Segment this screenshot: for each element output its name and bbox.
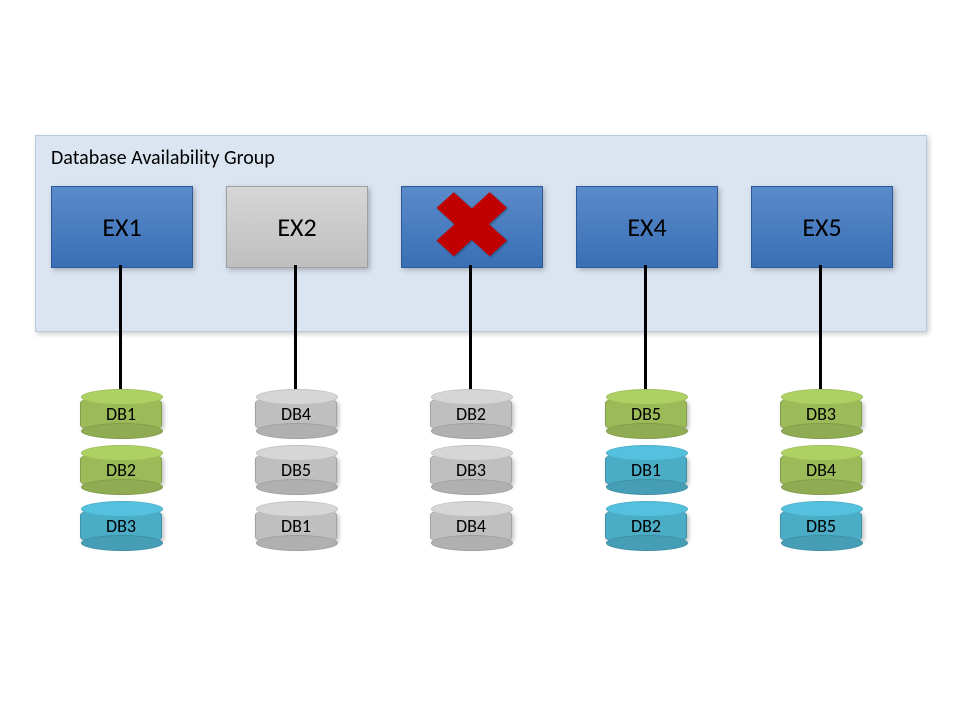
db-label: DB2	[106, 459, 136, 481]
db-stack-4: DB5 DB1 DB2	[605, 395, 685, 563]
db-cylinder: DB2	[605, 507, 687, 545]
connector-line	[294, 265, 297, 390]
db-label: DB4	[281, 403, 311, 425]
server-label: EX4	[627, 211, 666, 243]
server-box-2: EX2	[226, 186, 368, 268]
db-label: DB5	[631, 403, 661, 425]
server-label: EX5	[802, 211, 841, 243]
db-stack-3: DB2 DB3 DB4	[430, 395, 510, 563]
db-label: DB1	[281, 515, 311, 537]
server-label: EX1	[102, 211, 141, 243]
db-cylinder: DB4	[780, 451, 862, 489]
dag-title: Database Availability Group	[51, 146, 275, 170]
db-label: DB1	[106, 403, 136, 425]
db-cylinder: DB2	[430, 395, 512, 433]
server-label: EX2	[277, 211, 316, 243]
db-cylinder: DB1	[80, 395, 162, 433]
server-box-3: ✖	[401, 186, 543, 268]
db-stack-5: DB3 DB4 DB5	[780, 395, 860, 563]
connector-line	[819, 265, 822, 390]
db-cylinder: DB3	[80, 507, 162, 545]
dag-container: Database Availability Group EX1 EX2 ✖ EX4 EX…	[35, 135, 927, 332]
db-cylinder: DB5	[255, 451, 337, 489]
db-cylinder: DB2	[80, 451, 162, 489]
connector-line	[469, 265, 472, 390]
server-box-4: EX4	[576, 186, 718, 268]
db-label: DB3	[106, 515, 136, 537]
db-label: DB4	[456, 515, 486, 537]
db-cylinder: DB1	[255, 507, 337, 545]
db-cylinder: DB5	[780, 507, 862, 545]
db-stack-2: DB4 DB5 DB1	[255, 395, 335, 563]
db-cylinder: DB3	[430, 451, 512, 489]
db-label: DB5	[281, 459, 311, 481]
connector-line	[644, 265, 647, 390]
db-cylinder: DB3	[780, 395, 862, 433]
db-label: DB5	[806, 515, 836, 537]
db-label: DB2	[631, 515, 661, 537]
db-cylinder: DB4	[255, 395, 337, 433]
server-box-1: EX1	[51, 186, 193, 268]
failed-x-icon: ✖	[431, 182, 514, 272]
db-cylinder: DB5	[605, 395, 687, 433]
db-label: DB1	[631, 459, 661, 481]
db-cylinder: DB4	[430, 507, 512, 545]
server-box-5: EX5	[751, 186, 893, 268]
db-stack-1: DB1 DB2 DB3	[80, 395, 160, 563]
connector-line	[119, 265, 122, 390]
db-label: DB2	[456, 403, 486, 425]
db-label: DB3	[806, 403, 836, 425]
db-cylinder: DB1	[605, 451, 687, 489]
db-label: DB3	[456, 459, 486, 481]
db-label: DB4	[806, 459, 836, 481]
